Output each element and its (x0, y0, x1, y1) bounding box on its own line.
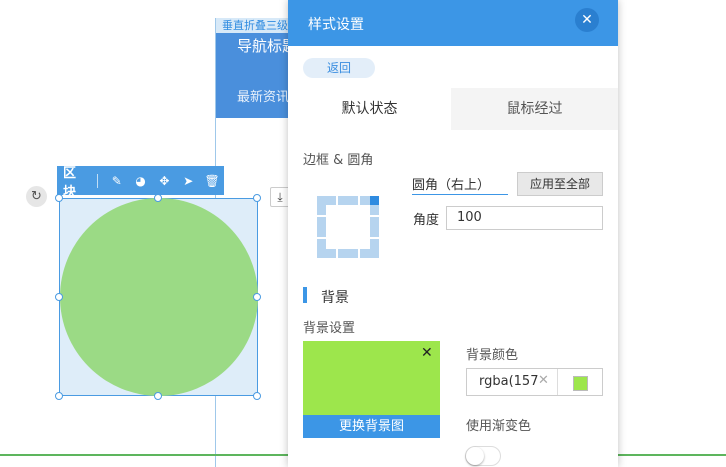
tab-hover-state[interactable]: 鼠标经过 (451, 88, 618, 130)
background-preview (303, 341, 440, 415)
send-icon[interactable]: ➤ (176, 174, 200, 188)
back-button[interactable]: 返回 (303, 58, 375, 78)
section-marker (303, 287, 307, 303)
gradient-label: 使用渐变色 (466, 419, 532, 434)
corner-type-select[interactable]: 圆角（右上） (412, 174, 508, 195)
corner-selector-gap (358, 196, 360, 258)
background-setting-label: 背景设置 (303, 321, 356, 336)
resize-handle[interactable] (154, 392, 162, 400)
angle-label: 角度 (413, 213, 440, 228)
border-section-label: 边框 & 圆角 (303, 153, 374, 168)
corner-selector-gap (317, 237, 379, 239)
top-right-corner[interactable] (370, 196, 379, 205)
resize-handle[interactable] (154, 194, 162, 202)
color-swatch[interactable] (573, 376, 588, 391)
background-color-input[interactable]: rgba(157 ✕ (466, 368, 603, 396)
nav-subtitle: 最新资讯 (237, 90, 290, 105)
nav-block[interactable]: 导航标题 最新资讯 (216, 33, 296, 118)
close-icon[interactable]: ✕ (575, 8, 599, 32)
block-label: 区块 (63, 165, 77, 200)
download-icon[interactable]: ⤓ (270, 187, 290, 207)
change-background-button[interactable]: 更换背景图 (303, 415, 440, 438)
panel-title: 样式设置 (308, 17, 364, 33)
fold-component-label[interactable]: 垂直折叠三级 (216, 18, 296, 33)
edit-icon[interactable]: ✎ (105, 174, 129, 188)
color-input-divider (557, 369, 558, 395)
circle-shape[interactable] (60, 198, 258, 396)
color-value: rgba(157 (479, 374, 539, 389)
corner-selector-gap (317, 215, 379, 217)
resize-handle[interactable] (253, 293, 261, 301)
toggle-knob (466, 447, 484, 465)
delete-icon[interactable]: 🗑 (200, 174, 224, 188)
clear-icon[interactable]: ✕ (538, 373, 549, 388)
style-icon[interactable]: ◕ (129, 174, 153, 188)
background-color-label: 背景颜色 (466, 348, 519, 363)
corner-selector[interactable] (317, 196, 379, 258)
rotate-icon[interactable]: ↻ (26, 186, 47, 207)
remove-background-icon[interactable]: ✕ (421, 345, 433, 361)
corner-selector-gap (336, 196, 338, 258)
background-section-title: 背景 (321, 290, 349, 306)
gradient-toggle[interactable] (465, 446, 501, 466)
panel-header: 样式设置 ✕ (288, 0, 618, 46)
resize-handle[interactable] (55, 392, 63, 400)
corner-selector-inner (326, 205, 370, 249)
resize-handle[interactable] (253, 392, 261, 400)
resize-handle[interactable] (253, 194, 261, 202)
apply-all-button[interactable]: 应用至全部 (517, 172, 603, 196)
block-toolbar: 区块 ✎ ◕ ✥ ➤ 🗑 (57, 166, 224, 200)
style-settings-panel: 样式设置 ✕ 返回 默认状态 鼠标经过 边框 & 圆角 圆角（右上） 应用至全部… (288, 0, 618, 467)
move-icon[interactable]: ✥ (152, 174, 176, 188)
angle-input[interactable]: 100 (446, 206, 603, 230)
resize-handle[interactable] (55, 293, 63, 301)
tab-default-state[interactable]: 默认状态 (288, 88, 451, 130)
toolbar-divider (96, 173, 98, 188)
resize-handle[interactable] (55, 194, 63, 202)
